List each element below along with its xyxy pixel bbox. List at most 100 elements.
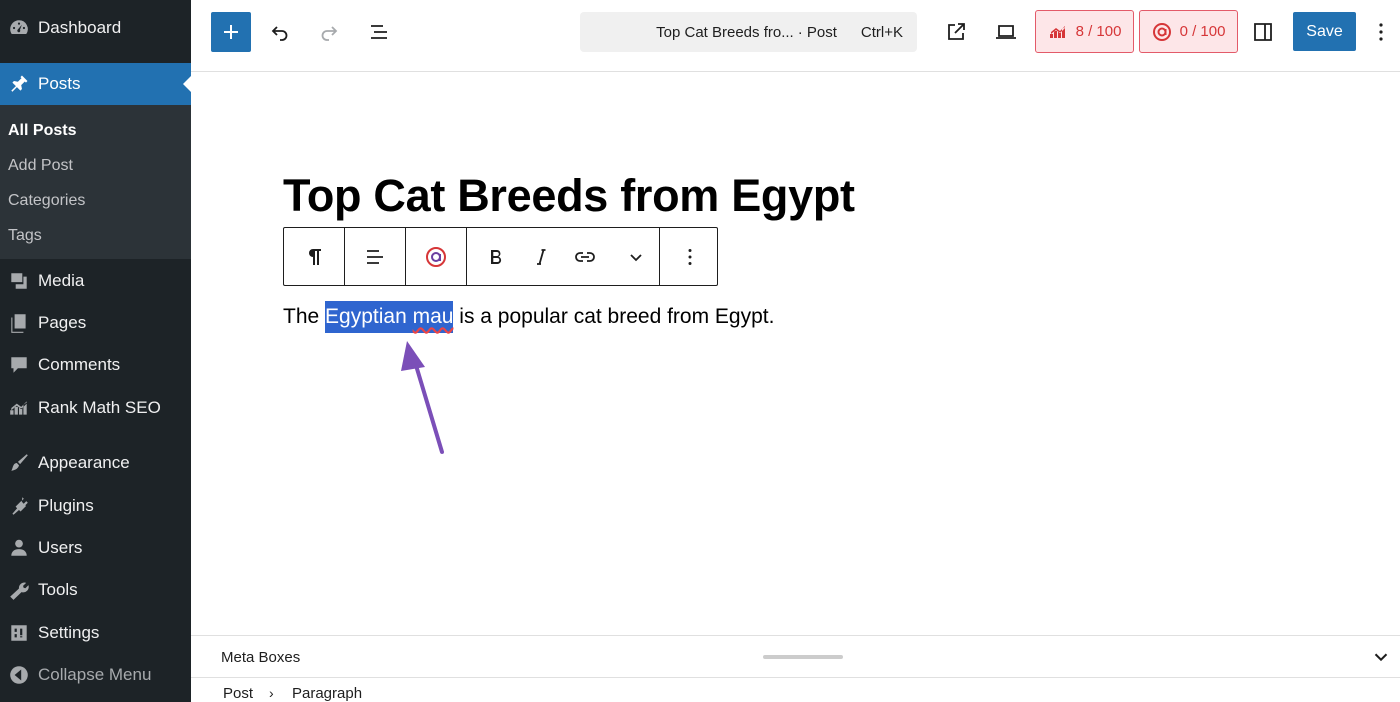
sidebar-item-plugins[interactable]: Plugins	[0, 485, 191, 527]
sidebar-item-appearance[interactable]: Appearance	[0, 442, 191, 484]
align-text-button[interactable]	[345, 228, 405, 285]
rank-math-seo-score[interactable]: 8 / 100	[1035, 10, 1134, 53]
paragraph-block[interactable]: The Egyptian mau is a popular cat breed …	[283, 301, 775, 333]
meta-boxes-toggle-button[interactable]	[1370, 646, 1392, 668]
submenu-all-posts[interactable]: All Posts	[8, 122, 76, 140]
undo-button[interactable]	[260, 12, 300, 52]
annotation-arrow	[401, 341, 444, 454]
sidebar-item-pages[interactable]: Pages	[0, 302, 191, 344]
sidebar-item-tools[interactable]: Tools	[0, 569, 191, 611]
pin-icon	[0, 63, 38, 105]
undo-icon	[271, 26, 288, 41]
block-toolbar	[283, 227, 718, 286]
block-breadcrumb: Post › Paragraph	[191, 677, 1400, 702]
content-ai-score-value: 0 / 100	[1179, 23, 1226, 40]
chevron-down-icon	[630, 253, 642, 261]
sidebar-item-label: Dashboard	[38, 18, 122, 37]
breadcrumb-separator: ›	[269, 685, 274, 701]
options-menu-button[interactable]	[1366, 12, 1396, 52]
more-formats-button[interactable]	[613, 228, 659, 285]
document-overview-button[interactable]	[359, 12, 399, 52]
bold-button[interactable]	[467, 228, 525, 285]
sidebar-item-comments[interactable]: Comments	[0, 344, 191, 386]
content-ai-score[interactable]: 0 / 100	[1139, 10, 1238, 53]
sidebar-item-media[interactable]: Media	[0, 260, 191, 302]
command-palette-bar[interactable]: Top Cat Breeds fro... · Post Ctrl+K	[580, 12, 917, 52]
meta-boxes-resize-handle[interactable]	[763, 655, 843, 659]
more-vertical-icon	[1379, 23, 1383, 41]
breadcrumb-paragraph[interactable]: Paragraph	[292, 685, 362, 702]
sidebar-item-label: Plugins	[38, 496, 94, 515]
breadcrumb-post[interactable]: Post	[223, 685, 253, 702]
link-button[interactable]	[557, 228, 613, 285]
sidebar-item-label: Rank Math SEO	[38, 398, 161, 417]
meta-boxes-label: Meta Boxes	[221, 649, 301, 666]
more-vertical-icon	[688, 248, 691, 265]
sidebar-item-label: Posts	[38, 74, 81, 93]
sidebar-item-label: Pages	[38, 313, 87, 332]
sidebar-item-settings[interactable]: Settings	[0, 612, 191, 654]
settings-sidebar-toggle[interactable]	[1243, 12, 1283, 52]
sidebar-item-label: Collapse Menu	[38, 665, 152, 684]
block-inserter-button[interactable]	[211, 12, 251, 52]
selected-text[interactable]: Egyptian mau	[325, 301, 454, 333]
collapse-menu-button[interactable]: Collapse Menu	[0, 654, 191, 696]
preview-button[interactable]	[986, 12, 1026, 52]
sidebar-item-posts[interactable]: Posts	[0, 63, 191, 105]
pilcrow-icon	[309, 248, 321, 265]
submenu-categories[interactable]: Categories	[8, 192, 85, 210]
sidebar-item-label: Settings	[38, 623, 100, 642]
toolbar-group-format	[467, 228, 660, 285]
sidebar-item-label: Tools	[38, 580, 78, 599]
submenu-tags[interactable]: Tags	[8, 227, 42, 245]
redo-button[interactable]	[309, 12, 349, 52]
sidebar-item-dashboard[interactable]: Dashboard	[0, 7, 191, 49]
block-options-button[interactable]	[660, 228, 719, 285]
sidebar-panel-icon	[1254, 23, 1272, 41]
sidebar-item-label: Appearance	[38, 453, 130, 472]
keyboard-shortcut: Ctrl+K	[860, 23, 903, 41]
save-button[interactable]: Save	[1293, 12, 1356, 51]
toolbar-group-ai	[406, 228, 467, 285]
sidebar-item-label: Users	[38, 538, 83, 557]
post-title[interactable]: Top Cat Breeds from Egypt	[283, 170, 855, 222]
sidebar-item-users[interactable]: Users	[0, 527, 191, 569]
toolbar-group-align	[345, 228, 406, 285]
comments-icon	[0, 344, 38, 386]
external-link-icon	[948, 23, 965, 40]
pages-icon	[0, 302, 38, 344]
meta-boxes-panel: Meta Boxes	[191, 635, 1400, 677]
block-type-button[interactable]	[284, 228, 344, 285]
view-post-button[interactable]	[936, 12, 976, 52]
misspelled-word: mau	[412, 305, 454, 328]
plus-icon	[224, 25, 238, 39]
paintbrush-icon	[0, 442, 38, 484]
selected-text-part: Egyptian	[325, 305, 413, 328]
rank-math-icon	[1049, 25, 1065, 38]
settings-icon	[0, 612, 38, 654]
paragraph-text-before: The	[283, 305, 326, 328]
sidebar-item-label: Media	[38, 271, 85, 290]
link-icon	[575, 251, 595, 262]
seo-score-value: 8 / 100	[1075, 23, 1122, 40]
bold-icon	[491, 249, 502, 264]
redo-icon	[321, 26, 338, 41]
admin-sidebar: Dashboard Posts All Posts Add Post Categ…	[0, 0, 191, 702]
rank-math-icon	[0, 387, 38, 429]
plugins-icon	[0, 485, 38, 527]
content-ai-icon	[1152, 22, 1171, 41]
align-left-icon	[367, 249, 383, 264]
content-ai-icon	[426, 246, 446, 267]
paragraph-text-after: is a popular cat breed from Egypt.	[453, 305, 775, 328]
italic-button[interactable]	[525, 228, 557, 285]
sidebar-item-rank-math-seo[interactable]: Rank Math SEO	[0, 387, 191, 429]
content-ai-button[interactable]	[406, 228, 466, 285]
document-type: · Post	[797, 23, 837, 41]
submenu-add-post[interactable]: Add Post	[8, 157, 73, 175]
desktop-icon	[996, 25, 1016, 39]
toolbar-group-options	[660, 228, 719, 285]
dashboard-icon	[0, 7, 38, 49]
users-icon	[0, 527, 38, 569]
sidebar-item-label: Comments	[38, 355, 121, 374]
italic-icon	[537, 248, 546, 265]
